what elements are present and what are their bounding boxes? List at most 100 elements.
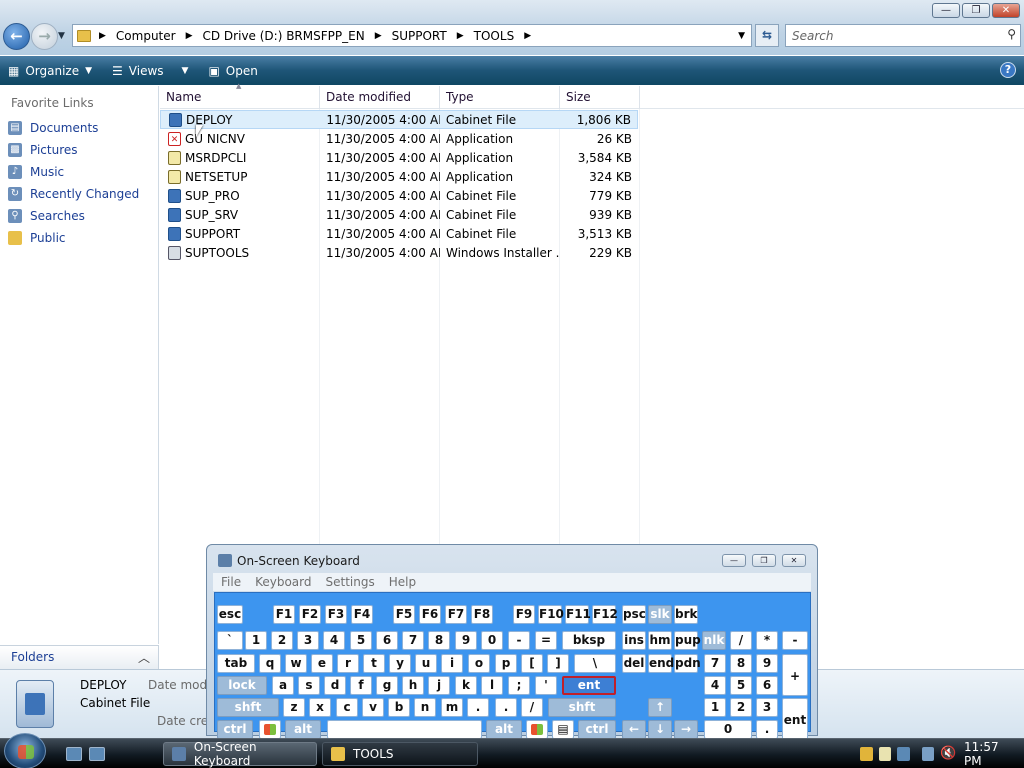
- key-8[interactable]: 8: [730, 654, 752, 673]
- key-F1[interactable]: F1: [273, 605, 295, 624]
- key-'[interactable]: ': [535, 676, 557, 695]
- key-7[interactable]: 7: [402, 631, 424, 650]
- key-m[interactable]: m: [441, 698, 463, 717]
- key-c[interactable]: c: [336, 698, 358, 717]
- osk-close-button[interactable]: ✕: [782, 554, 806, 567]
- key-→[interactable]: →: [674, 720, 698, 739]
- key-numpad-plus[interactable]: +: [782, 654, 808, 696]
- minimize-button[interactable]: —: [932, 3, 960, 18]
- volume-muted-icon[interactable]: 🔇: [940, 747, 956, 761]
- key-7[interactable]: 7: [704, 654, 726, 673]
- column-size[interactable]: Size: [560, 86, 640, 109]
- key-q[interactable]: q: [259, 654, 281, 673]
- show-desktop-icon[interactable]: [66, 747, 82, 761]
- key-o[interactable]: o: [468, 654, 490, 673]
- close-button[interactable]: ✕: [992, 3, 1020, 18]
- clock[interactable]: 11:57 PM: [964, 740, 1014, 768]
- key-ctrl[interactable]: ctrl: [578, 720, 616, 739]
- key-2[interactable]: 2: [730, 698, 752, 717]
- key-.[interactable]: .: [756, 720, 778, 739]
- key-0[interactable]: 0: [704, 720, 752, 739]
- start-button[interactable]: [4, 733, 46, 768]
- key-space[interactable]: [327, 720, 482, 739]
- refresh-button[interactable]: ⇆: [755, 24, 779, 47]
- organize-button[interactable]: ▦ Organize ▼: [8, 64, 92, 78]
- file-row[interactable]: SUPPORT 11/30/2005 4:00 AM Cabinet File …: [160, 224, 638, 243]
- key-=[interactable]: =: [535, 631, 557, 650]
- key-shft[interactable]: shft: [217, 698, 279, 717]
- key--[interactable]: -: [508, 631, 530, 650]
- osk-menu-keyboard[interactable]: Keyboard: [255, 575, 311, 589]
- key-*[interactable]: *: [756, 631, 778, 650]
- key-\[interactable]: \: [574, 654, 616, 673]
- key-f[interactable]: f: [350, 676, 372, 695]
- key-numpad-enter[interactable]: ent: [782, 698, 808, 740]
- key-F3[interactable]: F3: [325, 605, 347, 624]
- favorite-documents[interactable]: ▤ Documents: [8, 121, 98, 135]
- key-y[interactable]: y: [389, 654, 411, 673]
- key-i[interactable]: i: [441, 654, 463, 673]
- column-name[interactable]: Name ▲: [160, 82, 320, 109]
- key-F5[interactable]: F5: [393, 605, 415, 624]
- key-6[interactable]: 6: [376, 631, 398, 650]
- file-row[interactable]: SUP_PRO 11/30/2005 4:00 AM Cabinet File …: [160, 186, 638, 205]
- key-F11[interactable]: F11: [565, 605, 591, 624]
- key-windows[interactable]: [259, 720, 281, 739]
- key-1[interactable]: 1: [704, 698, 726, 717]
- key-t[interactable]: t: [363, 654, 385, 673]
- breadcrumb-support[interactable]: SUPPORT: [392, 29, 447, 43]
- key-ins[interactable]: ins: [622, 631, 646, 650]
- help-icon[interactable]: ?: [1000, 62, 1016, 78]
- open-button[interactable]: ▣ Open: [208, 64, 257, 78]
- key-3[interactable]: 3: [297, 631, 319, 650]
- taskbar-button-tools[interactable]: TOOLS: [322, 742, 478, 766]
- key-F2[interactable]: F2: [299, 605, 321, 624]
- key-brk[interactable]: brk: [674, 605, 698, 624]
- key-bksp[interactable]: bksp: [562, 631, 616, 650]
- column-date-modified[interactable]: Date modified: [320, 86, 440, 109]
- file-row[interactable]: ✕ GU NICNV 11/30/2005 4:00 AM Application…: [160, 129, 638, 148]
- key-pdn[interactable]: pdn: [674, 654, 701, 673]
- key-0[interactable]: 0: [481, 631, 503, 650]
- key-b[interactable]: b: [388, 698, 410, 717]
- key-menu[interactable]: ▤: [552, 720, 574, 739]
- key-alt[interactable]: alt: [285, 720, 321, 739]
- key-9[interactable]: 9: [756, 654, 778, 673]
- file-row[interactable]: MSRDPCLI 11/30/2005 4:00 AM Application …: [160, 148, 638, 167]
- key-F8[interactable]: F8: [471, 605, 493, 624]
- key-9[interactable]: 9: [455, 631, 477, 650]
- key-4[interactable]: 4: [704, 676, 726, 695]
- key-/[interactable]: /: [730, 631, 752, 650]
- key-h[interactable]: h: [402, 676, 424, 695]
- key-n[interactable]: n: [414, 698, 436, 717]
- key-s[interactable]: s: [298, 676, 320, 695]
- key-u[interactable]: u: [415, 654, 437, 673]
- favorite-searches[interactable]: ⚲ Searches: [8, 209, 85, 223]
- osk-maximize-button[interactable]: ❐: [752, 554, 776, 567]
- switch-windows-icon[interactable]: [89, 747, 105, 761]
- osk-menu-file[interactable]: File: [221, 575, 241, 589]
- security-shield-icon[interactable]: [860, 747, 873, 761]
- key-hm[interactable]: hm: [648, 631, 672, 650]
- column-type[interactable]: Type: [440, 86, 560, 109]
- key-/[interactable]: /: [521, 698, 543, 717]
- key-end[interactable]: end: [648, 654, 674, 673]
- tray-window-icon[interactable]: [897, 747, 910, 761]
- key-5[interactable]: 5: [350, 631, 372, 650]
- breadcrumb-computer[interactable]: Computer: [116, 29, 176, 43]
- folders-toggle[interactable]: Folders ︿: [0, 645, 159, 669]
- key-8[interactable]: 8: [428, 631, 450, 650]
- key-3[interactable]: 3: [756, 698, 778, 717]
- key-F6[interactable]: F6: [419, 605, 441, 624]
- key-5[interactable]: 5: [730, 676, 752, 695]
- file-row[interactable]: SUP_SRV 11/30/2005 4:00 AM Cabinet File …: [160, 205, 638, 224]
- back-button[interactable]: ←: [3, 23, 30, 50]
- key-v[interactable]: v: [362, 698, 384, 717]
- key-p[interactable]: p: [495, 654, 517, 673]
- key-pup[interactable]: pup: [674, 631, 701, 650]
- taskbar-button-osk[interactable]: On-Screen Keyboard: [163, 740, 317, 768]
- favorite-music[interactable]: ♪ Music: [8, 165, 64, 179]
- search-icon[interactable]: ⚲: [1007, 27, 1016, 41]
- favorite-recently-changed[interactable]: ↻ Recently Changed: [8, 187, 139, 201]
- key-e[interactable]: e: [311, 654, 333, 673]
